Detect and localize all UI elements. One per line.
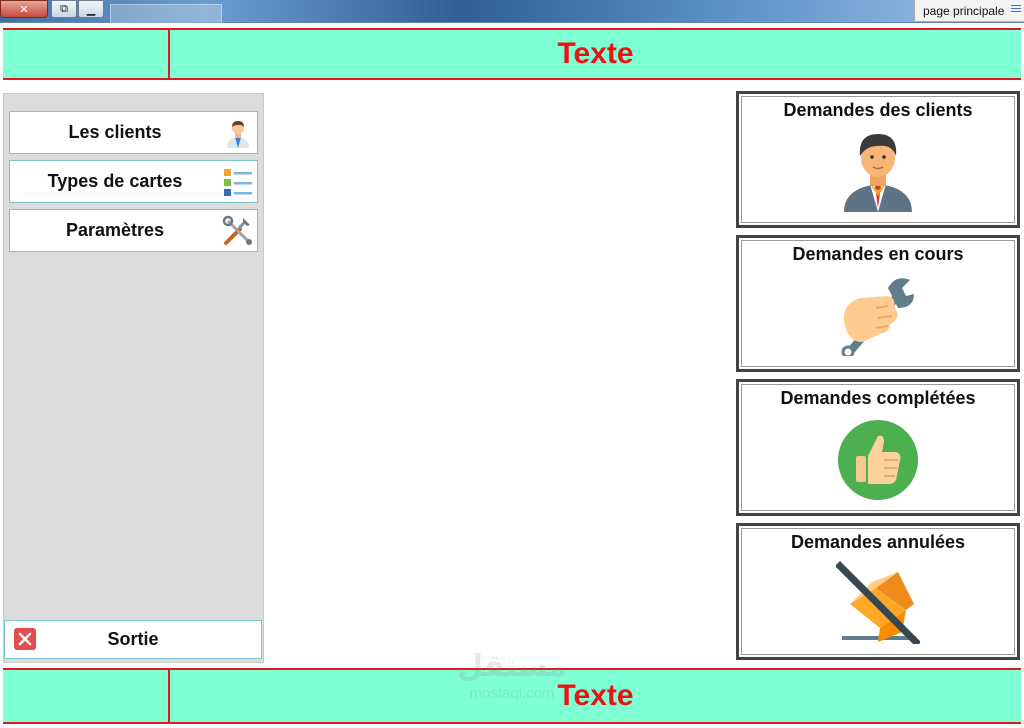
businessman-icon [227,121,249,148]
window-close-button[interactable]: ✕ [0,0,48,18]
close-icon: ✕ [19,2,29,16]
sidebar-item-clients[interactable]: Les clients [9,111,258,154]
card-list-icon [224,169,252,196]
card-title: Demandes en cours [792,244,964,264]
list-icon [1011,5,1021,15]
card-title: Demandes complétées [780,388,976,408]
card-requests-in-progress[interactable]: Demandes en cours [736,235,1020,372]
restore-icon: ⧉ [60,2,68,15]
window-title-bar: ✕ ⧉ ▁ page principale [0,0,1024,23]
exit-label: Sortie [107,629,159,649]
thumbs-up-icon [838,420,918,500]
sidebar-item-settings[interactable]: Paramètres [9,209,258,252]
watermark-url: mostaql.com [469,685,555,702]
window-restore-button[interactable]: ⧉ [51,0,77,18]
watermark-logo-text: مستقل [457,649,567,684]
sidebar-item-label: Types de cartes [47,171,183,191]
card-cancelled-requests[interactable]: Demandes annulées [736,523,1020,660]
minimize-icon: ▁ [86,2,96,16]
footer-title: Texte [557,679,634,712]
sidebar-menu: Les clients Types de cartes Paramètres S… [3,93,264,663]
card-title: Demandes annulées [790,532,966,552]
cancelled-box-icon [836,561,920,644]
header-title: Texte [557,37,634,70]
window-minimize-button[interactable]: ▁ [78,0,104,18]
tab-page-principale[interactable]: page principale [914,0,1024,21]
tab-label: page principale [923,3,1005,18]
sidebar-item-card-types[interactable]: Types de cartes [9,160,258,203]
sidebar-item-label: Les clients [68,122,162,142]
sidebar-item-label: Paramètres [65,220,165,240]
exit-button[interactable]: Sortie [4,620,262,659]
businessman-icon [844,134,912,212]
header-band: Texte [3,28,1021,80]
hand-wrench-icon [841,278,914,356]
card-title: Demandes des clients [783,100,973,120]
tools-icon [222,215,252,245]
watermark: مستقل mostaql.com [446,650,578,712]
card-client-requests[interactable]: Demandes des clients [736,91,1020,228]
background-window-tab [110,4,222,23]
card-completed-requests[interactable]: Demandes complétées [736,379,1020,516]
